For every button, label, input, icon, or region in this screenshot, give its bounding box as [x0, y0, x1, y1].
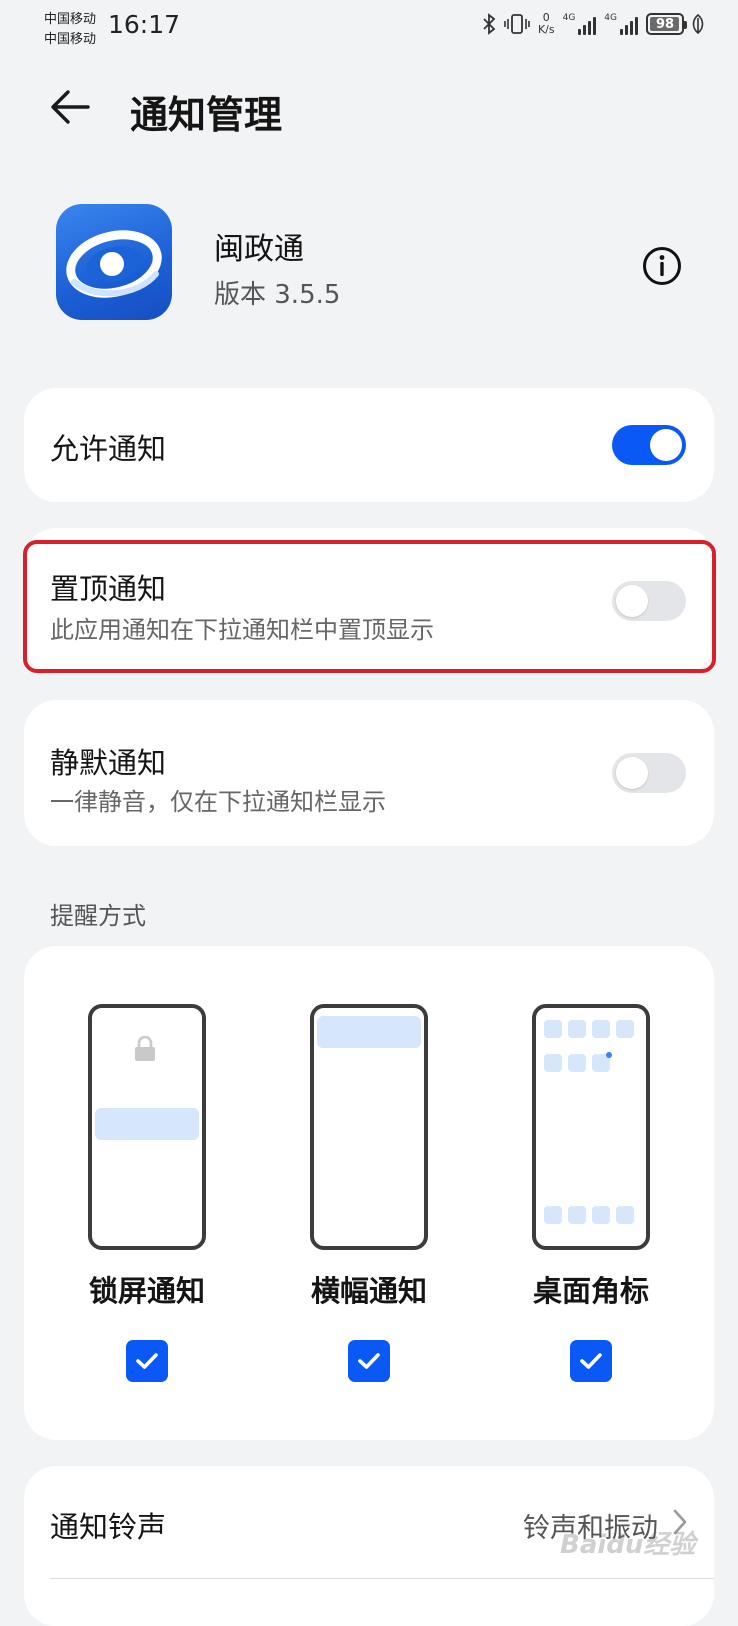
- back-button[interactable]: [40, 82, 100, 132]
- checkmark-icon: [358, 1353, 380, 1369]
- mode-label-banner: 横幅通知: [310, 1274, 427, 1308]
- mode-label-desktop-badge: 桌面角标: [532, 1274, 649, 1308]
- highlight-annotation-box: [23, 540, 716, 673]
- app-version: 版本 3.5.5: [214, 280, 341, 310]
- signal-type-label-1: 4G: [562, 13, 576, 23]
- silent-notifications-toggle[interactable]: [612, 753, 686, 793]
- checkbox-lockscreen[interactable]: [126, 1340, 168, 1382]
- vibrate-icon: [504, 13, 530, 35]
- desktop-badge-illustration[interactable]: [532, 1004, 650, 1250]
- reminder-mode-card: 锁屏通知 横幅通知 桌面角标: [24, 946, 714, 1440]
- status-time: 16:17: [108, 10, 181, 39]
- silent-notifications-subtitle: 一律静音，仅在下拉通知栏显示: [50, 788, 386, 816]
- checkmark-icon: [136, 1353, 158, 1369]
- network-speed: 0 K/s: [538, 12, 555, 36]
- watermark: Baidu经验: [560, 1530, 696, 1560]
- checkbox-desktop-badge[interactable]: [570, 1340, 612, 1382]
- battery-icon: 98: [646, 13, 687, 35]
- app-logo-icon: [66, 230, 162, 298]
- signal-icon-2: 4G: [604, 13, 638, 35]
- carrier-label-1: 中国移动: [44, 12, 97, 27]
- notification-banner-shape: [95, 1108, 199, 1140]
- allow-notifications-toggle[interactable]: [612, 425, 686, 465]
- checkmark-icon: [580, 1353, 602, 1369]
- signal-type-label-2: 4G: [604, 13, 617, 23]
- status-icons: 0 K/s 4G 4G 98: [482, 12, 704, 36]
- lockscreen-illustration[interactable]: [88, 1004, 206, 1250]
- silent-notifications-card: 静默通知 一律静音，仅在下拉通知栏显示: [24, 700, 714, 846]
- mode-label-lockscreen: 锁屏通知: [88, 1274, 205, 1308]
- status-bar: 中国移动 中国移动 16:17 0 K/s 4G 4G 98: [0, 0, 738, 52]
- toggle-knob: [616, 757, 648, 789]
- leaf-icon: [692, 14, 704, 34]
- page-title: 通知管理: [130, 93, 283, 137]
- battery-percent: 98: [655, 16, 675, 32]
- badge-dot: [606, 1052, 612, 1058]
- ringtone-title: 通知铃声: [50, 1510, 167, 1544]
- app-name: 闽政通: [214, 232, 304, 267]
- app-info-button[interactable]: [640, 244, 684, 288]
- network-speed-unit: K/s: [537, 23, 555, 36]
- divider: [50, 1578, 714, 1579]
- back-arrow-icon: [51, 90, 90, 124]
- banner-illustration[interactable]: [310, 1004, 428, 1250]
- carrier-label-2: 中国移动: [44, 32, 97, 47]
- toggle-knob: [650, 429, 682, 461]
- app-icon: [56, 204, 172, 320]
- reminder-mode-label: 提醒方式: [50, 902, 146, 930]
- info-icon: [643, 247, 681, 285]
- allow-notifications-title: 允许通知: [50, 432, 167, 466]
- allow-notifications-card: 允许通知: [24, 388, 714, 502]
- signal-icon-1: 4G: [563, 13, 597, 35]
- checkbox-banner[interactable]: [348, 1340, 390, 1382]
- silent-notifications-title: 静默通知: [50, 746, 167, 780]
- bluetooth-icon: [482, 13, 496, 35]
- lock-icon: [135, 1036, 155, 1061]
- notification-banner-shape: [317, 1016, 421, 1048]
